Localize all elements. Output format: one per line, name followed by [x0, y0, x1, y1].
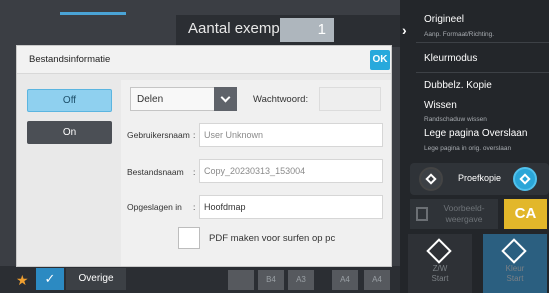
menu-item-original-sub: Aanp. Formaat/Richting. [424, 31, 495, 38]
menu-item-blank-skip-sub: Lege pagina in orig. overslaan [424, 145, 512, 152]
preview-label: Voorbeeld- weergave [443, 203, 485, 224]
toggle-on-button[interactable]: On [27, 121, 112, 144]
menu-item-original[interactable]: Origineel [424, 14, 464, 25]
start-icon [426, 238, 452, 264]
divider [416, 72, 549, 73]
copies-input[interactable]: 1 [280, 18, 334, 42]
password-field[interactable] [319, 87, 381, 111]
toggle-off-button[interactable]: Off [27, 89, 112, 112]
bw-start-button[interactable]: Z/W Start [408, 234, 472, 293]
proof-copy-right-icon[interactable] [513, 167, 537, 191]
paper-tile: A4 [364, 270, 390, 290]
paper-tile: A4 [332, 270, 358, 290]
colon: : [193, 167, 196, 177]
other-button[interactable]: Overige [66, 268, 126, 290]
ok-button[interactable]: OK [370, 50, 390, 70]
clear-all-button[interactable]: CA [504, 199, 547, 229]
share-select[interactable]: Delen [130, 87, 237, 111]
filename-field[interactable]: Copy_20230313_153004 [199, 159, 383, 183]
username-field[interactable]: User Unknown [199, 123, 383, 147]
star-icon[interactable]: ★ [16, 272, 29, 289]
menu-item-blank-skip[interactable]: Lege pagina Overslaan [424, 128, 527, 139]
color-start-button[interactable]: Kleur Start [483, 234, 547, 293]
file-info-dialog: Bestandsinformatie OK Off On Delen Wacht… [16, 45, 392, 267]
paper-tile: B4 [258, 270, 284, 290]
password-label: Wachtwoord: [253, 94, 309, 105]
proof-copy-bar[interactable]: Proefkopie [410, 163, 549, 195]
paper-tile: A3 [288, 270, 314, 290]
active-tab-indicator [60, 12, 126, 15]
menu-item-duplex[interactable]: Dubbelz. Kopie [424, 80, 492, 91]
check-icon[interactable]: ✓ [36, 268, 64, 290]
proof-copy-left-icon[interactable] [419, 167, 443, 191]
dialog-title: Bestandsinformatie [29, 54, 111, 65]
menu-item-erase[interactable]: Wissen [424, 100, 457, 111]
pdf-browse-label: PDF maken voor surfen op pc [209, 233, 336, 244]
dialog-header: Bestandsinformatie OK [17, 46, 391, 74]
color-start-label: Kleur Start [505, 264, 525, 283]
pdf-browse-checkbox[interactable] [178, 227, 200, 249]
filename-label: Bestandsnaam [127, 167, 184, 177]
preview-button[interactable]: Voorbeeld- weergave [410, 199, 498, 229]
share-select-value: Delen [137, 94, 164, 105]
divider [416, 42, 549, 43]
saved-in-field[interactable]: Hoofdmap [199, 195, 383, 219]
bw-start-label: Z/W Start [431, 264, 449, 283]
saved-in-label: Opgeslagen in [127, 202, 182, 212]
username-label: Gebruikersnaam [127, 130, 190, 140]
chevron-down-icon[interactable] [214, 87, 237, 111]
chevron-right-icon[interactable]: › [402, 22, 407, 38]
menu-item-erase-sub: Randschaduw wissen [424, 116, 487, 123]
start-icon [501, 238, 527, 264]
copies-label: Aantal exempl. [188, 20, 288, 37]
colon: : [193, 202, 196, 212]
colon: : [193, 130, 196, 140]
preview-icon [416, 207, 428, 221]
proof-copy-label: Proefkopie [458, 173, 502, 183]
paper-tile [228, 270, 254, 290]
menu-item-color-mode[interactable]: Kleurmodus [424, 53, 477, 64]
